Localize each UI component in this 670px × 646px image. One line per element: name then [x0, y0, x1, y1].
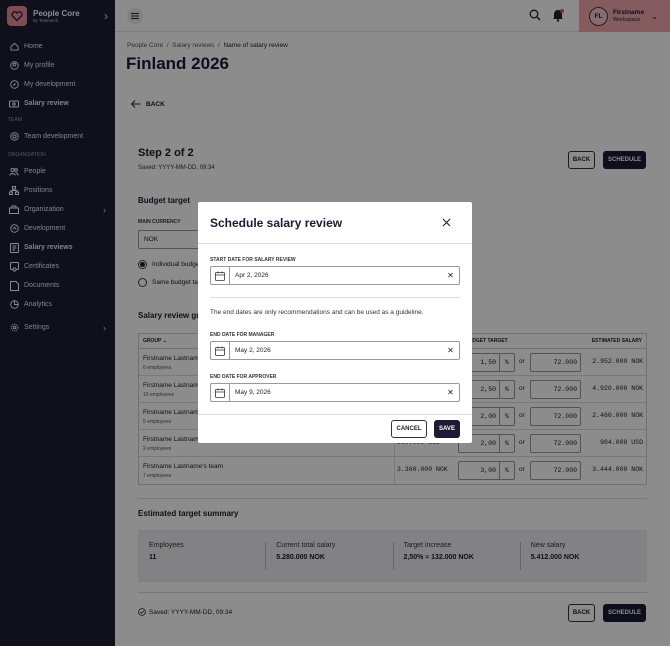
save-button[interactable]: SAVE [434, 420, 460, 438]
clear-icon[interactable]: ✕ [442, 346, 459, 355]
start-date-value: Apr 2, 2026 [235, 272, 269, 279]
start-date-field[interactable]: Apr 2, 2026 ✕ [210, 266, 460, 285]
divider [198, 414, 472, 415]
divider [198, 243, 472, 244]
manager-date-field[interactable]: May 2, 2026 ✕ [210, 341, 460, 360]
cancel-button[interactable]: CANCEL [391, 420, 427, 438]
calendar-icon[interactable] [211, 342, 230, 359]
end-dates-note: The end dates are only recommendations a… [210, 309, 424, 316]
divider [210, 297, 460, 298]
calendar-icon[interactable] [211, 267, 230, 284]
modal-title: Schedule salary review [210, 216, 343, 230]
clear-icon[interactable]: ✕ [442, 271, 459, 280]
calendar-icon[interactable] [211, 384, 230, 401]
manager-date-label: END DATE FOR MANAGER [210, 332, 275, 338]
close-icon[interactable] [442, 216, 451, 230]
clear-icon[interactable]: ✕ [442, 388, 459, 397]
approver-date-value: May 9, 2026 [235, 389, 271, 396]
schedule-modal: Schedule salary review START DATE FOR SA… [198, 202, 472, 443]
start-date-label: START DATE FOR SALARY REVIEW [210, 257, 296, 263]
manager-date-value: May 2, 2026 [235, 347, 271, 354]
approver-date-field[interactable]: May 9, 2026 ✕ [210, 383, 460, 402]
approver-date-label: END DATE FOR APPROVER [210, 374, 277, 380]
